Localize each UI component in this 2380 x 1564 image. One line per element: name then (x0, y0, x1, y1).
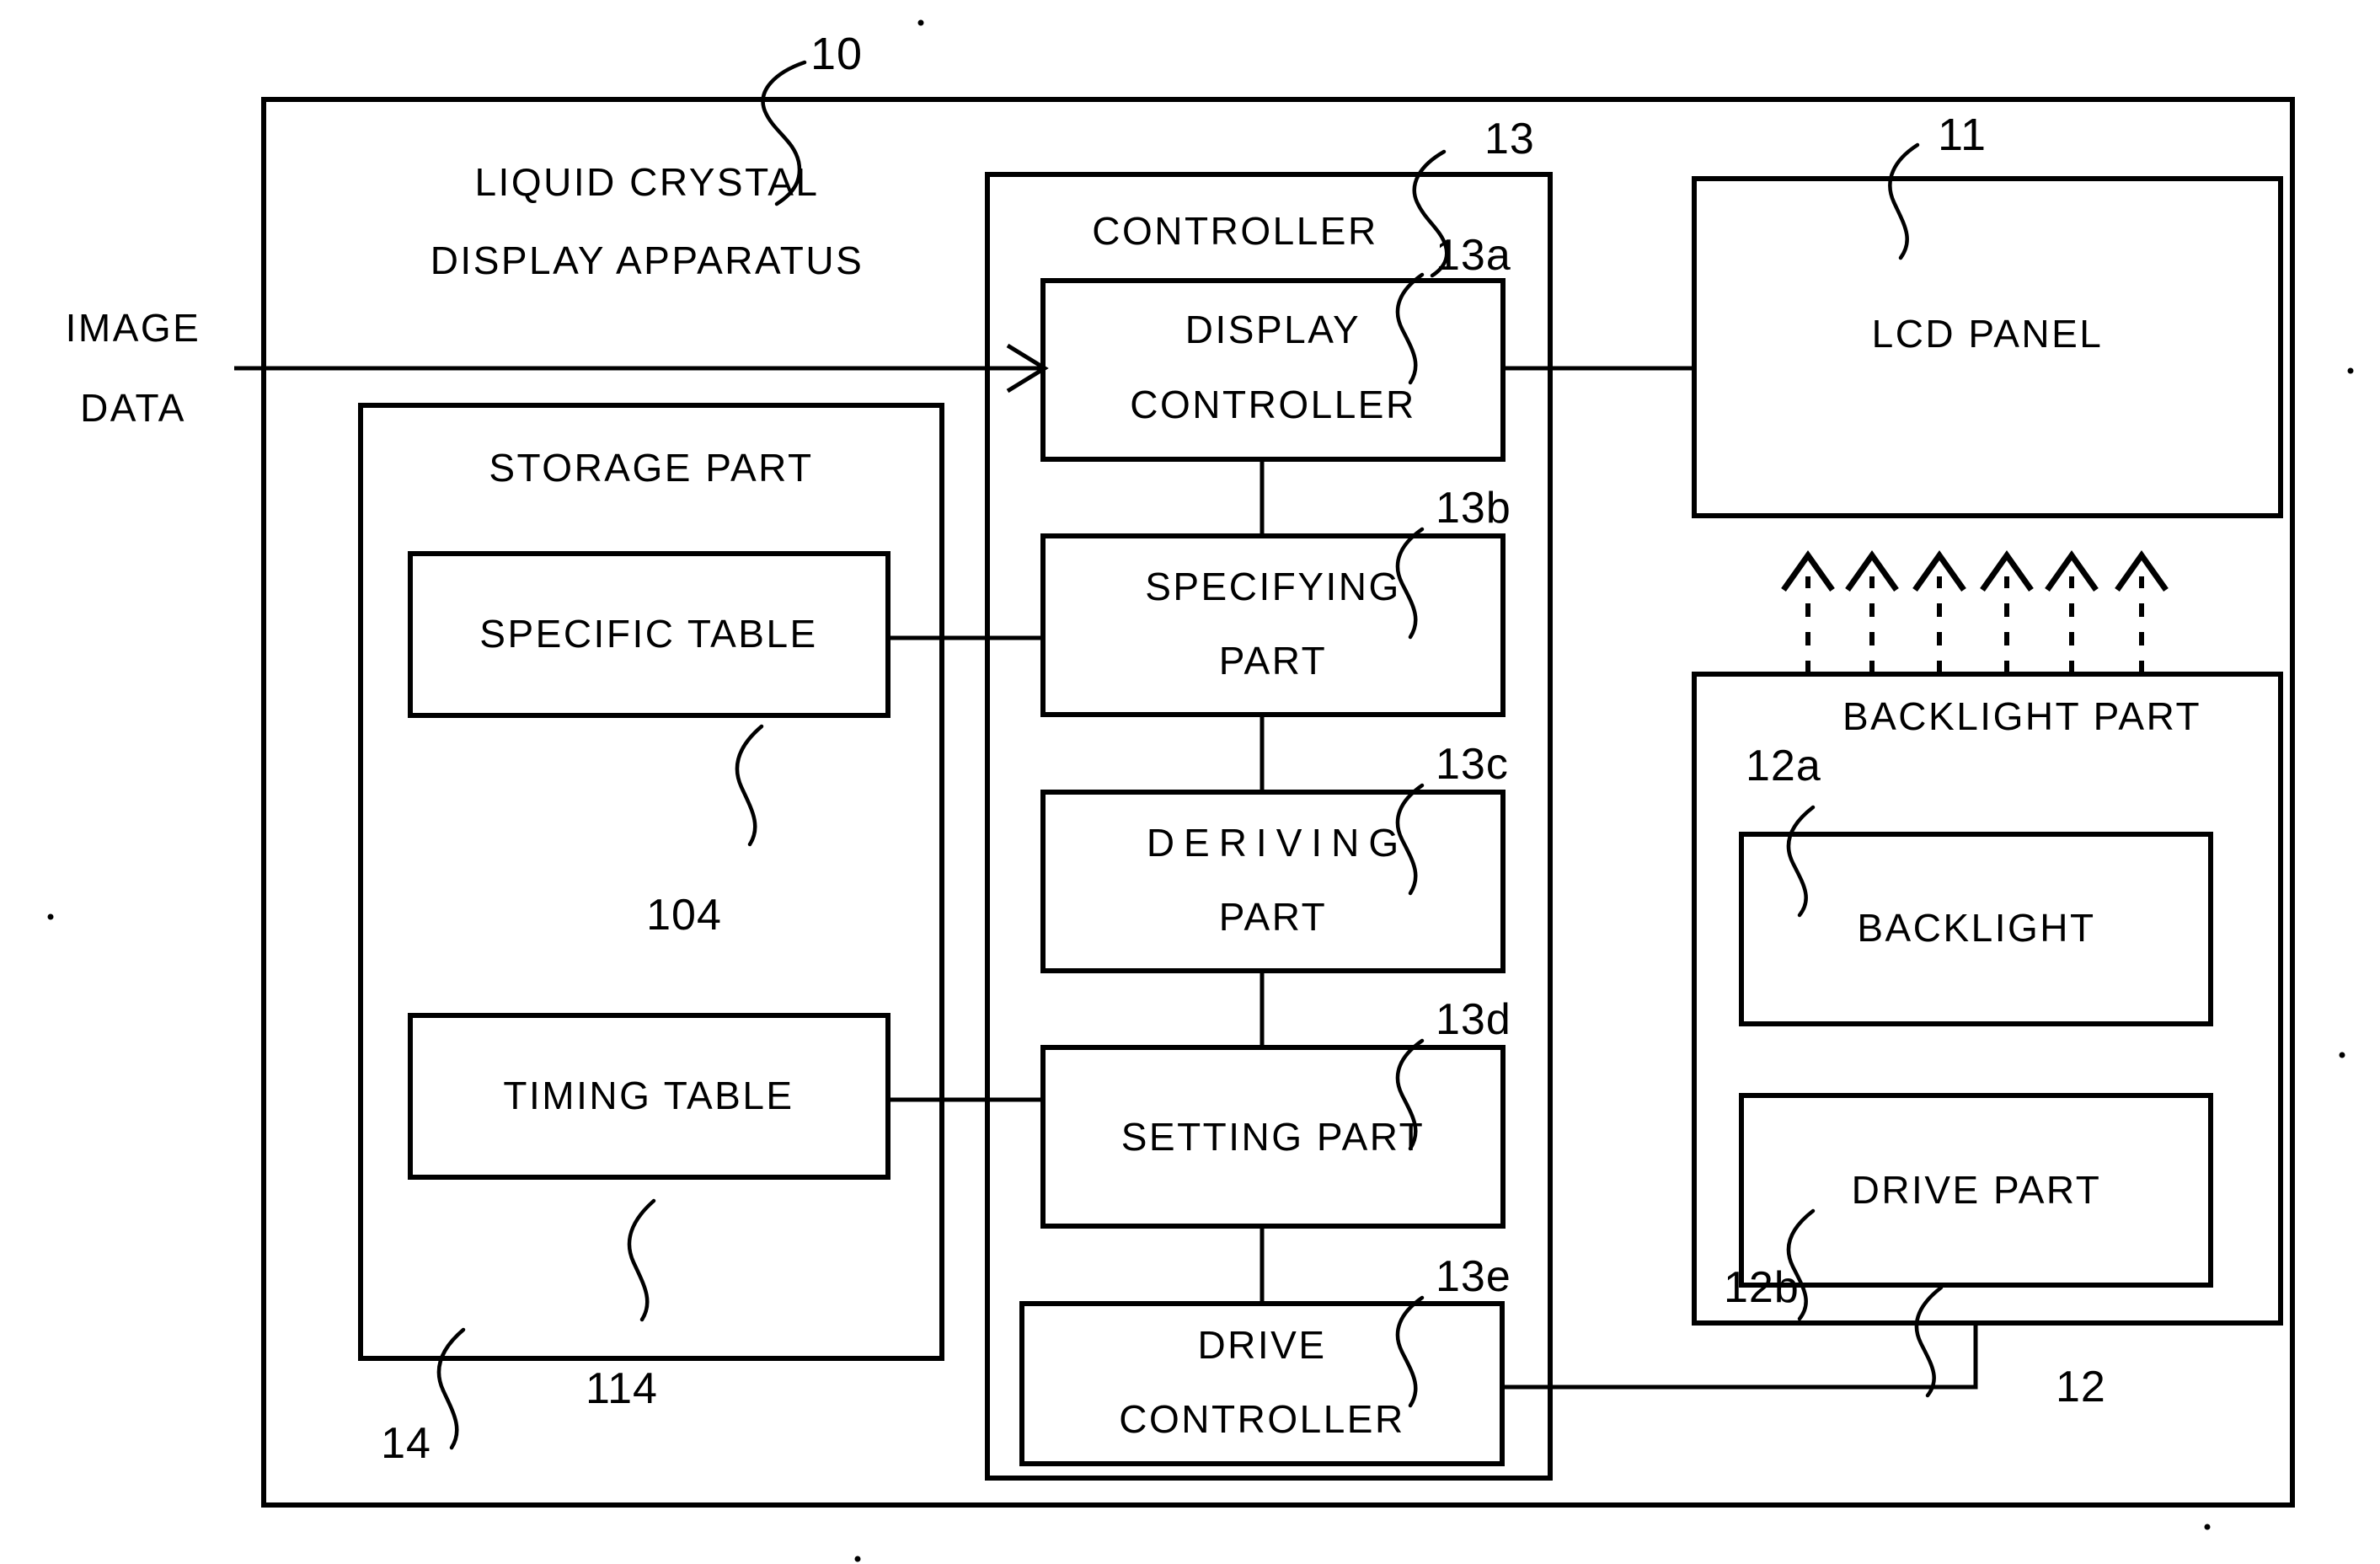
image-data-label-line2: DATA (80, 386, 186, 430)
scan-speck (854, 1556, 861, 1562)
specifying-part-box (1040, 533, 1506, 717)
ref-13c-leader (1395, 783, 1425, 896)
ref-13c: 13c (1436, 740, 1509, 789)
timing-table-label: TIMING TABLE (503, 1074, 794, 1117)
setting-part-label-line1: SETTING PART (1121, 1115, 1425, 1159)
ref-12b: 12b (1724, 1263, 1800, 1312)
ref-104: 104 (646, 891, 722, 940)
scan-speck (2347, 367, 2354, 374)
specific-table-label: SPECIFIC TABLE (479, 612, 817, 656)
drive-controller-label-line2: CONTROLLER (1119, 1397, 1404, 1441)
ref-13a: 13a (1436, 231, 1511, 280)
deriving-part-label-line1: DERIVING (1147, 821, 1408, 865)
display-controller-label-line2: CONTROLLER (1130, 383, 1415, 426)
ref-12: 12 (2056, 1363, 2106, 1411)
backlight-label: BACKLIGHT (1857, 906, 2095, 950)
block-diagram: LIQUID CRYSTAL DISPLAY APPARATUS 10 IMAG… (47, 19, 2354, 1562)
ref-12a: 12a (1746, 742, 1821, 790)
ref-14: 14 (381, 1419, 431, 1468)
ref-13d: 13d (1436, 995, 1511, 1044)
figure-canvas: LIQUID CRYSTAL DISPLAY APPARATUS 10 IMAG… (0, 0, 2380, 1564)
specifying-part-label-line2: PART (1219, 639, 1327, 683)
ref-14-leader (436, 1327, 466, 1450)
ref-13e: 13e (1436, 1252, 1511, 1301)
ref-104-leader (735, 724, 764, 847)
apparatus-title-line1: LIQUID CRYSTAL (474, 160, 819, 204)
drive-part-label: DRIVE PART (1852, 1168, 2102, 1212)
ref-114: 114 (586, 1364, 658, 1413)
scan-speck (2204, 1524, 2211, 1530)
ref-13b-leader (1395, 527, 1425, 640)
image-data-label-line1: IMAGE (66, 306, 201, 350)
storage-part-title: STORAGE PART (489, 446, 813, 490)
ref-13: 13 (1484, 115, 1535, 163)
ref-11-leader (1888, 142, 1920, 260)
scan-speck (917, 19, 924, 26)
deriving-part-label-line2: PART (1219, 895, 1327, 939)
ref-13a-leader (1395, 272, 1425, 385)
ref-13b: 13b (1436, 484, 1511, 533)
controller-title: CONTROLLER (1092, 209, 1377, 253)
deriving-part-box (1040, 790, 1506, 973)
backlight-part-title: BACKLIGHT PART (1842, 694, 2201, 738)
drive-controller-label-line1: DRIVE (1197, 1323, 1326, 1367)
ref-11: 11 (1938, 110, 1987, 160)
ref-12-leader (1914, 1285, 1944, 1398)
specifying-part-label-line1: SPECIFYING (1145, 565, 1401, 608)
drive-controller-to-backlight-wire (1502, 1323, 1978, 1390)
scan-speck (2339, 1052, 2345, 1058)
storage-part-box (358, 403, 944, 1361)
apparatus-title-line2: DISPLAY APPARATUS (431, 238, 864, 282)
display-controller-label-line1: DISPLAY (1185, 308, 1361, 351)
ref-13e-leader (1395, 1295, 1425, 1408)
scan-speck (47, 913, 54, 920)
lcd-panel-label: LCD PANEL (1872, 312, 2104, 356)
ref-10: 10 (810, 29, 863, 79)
ref-114-leader (627, 1198, 656, 1322)
ref-12a-leader (1786, 805, 1816, 918)
